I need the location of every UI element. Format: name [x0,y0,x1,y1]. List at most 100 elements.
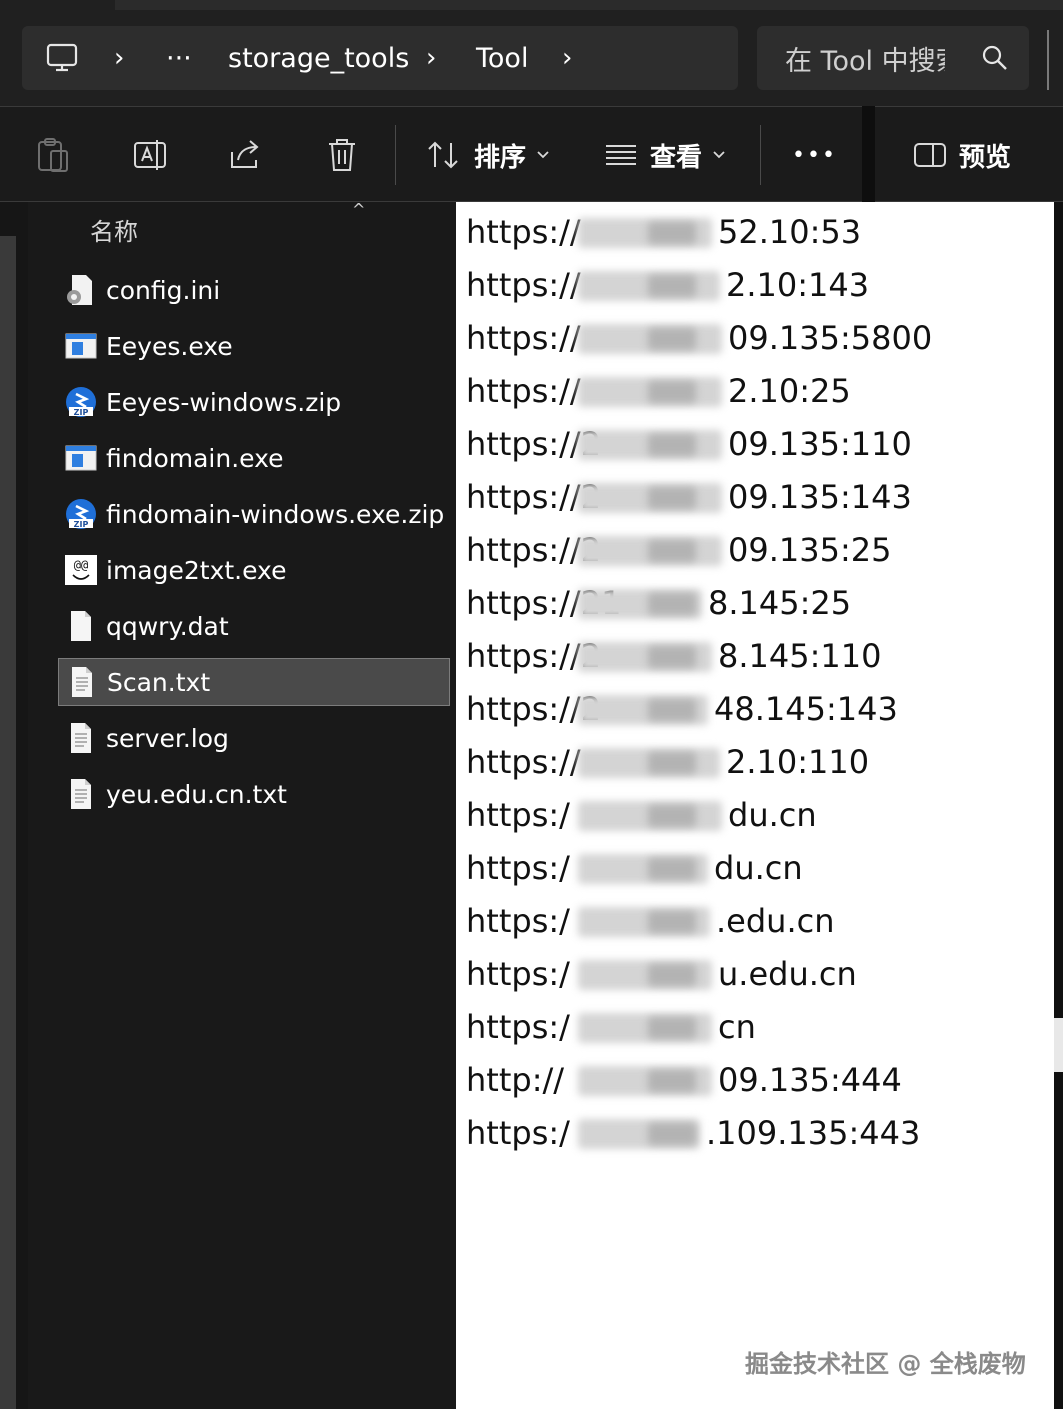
chevron-right-icon[interactable]: › [562,26,572,90]
share-icon [231,140,259,168]
preview-line-suffix: 8.145:25 [708,584,852,622]
view-list-icon [606,145,636,165]
preview-line-prefix: http:// [466,1061,565,1099]
chevron-right-icon[interactable]: › [426,26,436,90]
file-name: qqwry.dat [106,611,229,641]
file-item[interactable]: ZIP Eeyes-windows.zip [58,378,450,426]
file-name: Eeyes.exe [106,331,233,361]
more-options-icon: ••• [792,142,837,168]
preview-line-prefix: https:// [466,213,581,251]
preview-line-suffix: .109.135:443 [706,1114,921,1152]
file-item[interactable]: yeu.edu.cn.txt [58,770,450,818]
breadcrumb-overflow[interactable]: ··· [166,26,192,90]
clipboard-icon [38,138,68,172]
redacted-blur [648,699,696,721]
redacted-blur [648,593,696,615]
chevron-down-icon [713,151,725,159]
preview-line-prefix: https:/ [466,849,570,887]
file-name: image2txt.exe [106,555,287,585]
file-item[interactable]: ZIP findomain-windows.exe.zip [58,490,450,538]
view-label: 查看 [650,142,703,173]
svg-text:ZIP: ZIP [74,520,89,529]
preview-pane-icon [914,143,946,167]
file-item[interactable]: @@ image2txt.exe [58,546,450,594]
address-bar[interactable]: › ··· storage_tools › Tool › [22,26,738,90]
window-edge [1047,30,1063,90]
file-name: findomain-windows.exe.zip [106,499,445,529]
text-file-icon [64,777,98,811]
redacted-blur [648,540,696,562]
preview-line-prefix: https:/ [466,902,570,940]
preview-pane: https:// 52.10:53 https:// 2.10:143 https://… [456,202,1054,1409]
rename-icon [134,140,166,170]
svg-text:@@: @@ [74,558,88,572]
preview-pane-button[interactable]: 预览 [913,107,1011,203]
redacted-blur [648,805,696,827]
sort-button[interactable]: 排序 [426,107,550,203]
preview-scrollbar[interactable] [1054,202,1063,1409]
preview-line-prefix: https:// [466,372,581,410]
preview-line-prefix: https:// [466,743,581,781]
command-separator [760,125,761,185]
file-item[interactable]: findomain.exe [58,434,450,482]
watermark-text: 掘金技术社区 @ 全栈废物 [745,1350,1026,1378]
more-options-button[interactable]: ••• [792,107,837,203]
file-name: config.ini [106,275,221,305]
chevron-right-icon[interactable]: › [114,26,124,90]
navigation-scrollbar[interactable] [0,236,16,1409]
redacted-blur [648,1070,696,1092]
search-box[interactable]: 在 Tool 中搜索 [757,26,1029,90]
svg-text:ZIP: ZIP [74,408,89,417]
preview-line-prefix: https:// [466,319,581,357]
exe-file-icon [64,441,98,475]
view-button[interactable]: 查看 [604,107,726,203]
share-button[interactable] [228,107,264,203]
redacted-blur [648,1017,696,1039]
preview-line-suffix: .edu.cn [716,902,835,940]
redacted-blur [648,487,696,509]
preview-line-prefix: https:/ [466,955,570,993]
search-input[interactable]: 在 Tool 中搜索 [785,26,945,90]
redacted-blur [648,752,696,774]
file-item[interactable]: server.log [58,714,450,762]
preview-line-suffix: 09.135:444 [718,1061,902,1099]
file-item[interactable]: Scan.txt [58,658,450,706]
paste-button[interactable] [36,107,70,203]
file-name: Eeyes-windows.zip [106,387,342,417]
redacted-blur [648,434,696,456]
preview-line-suffix: 48.145:143 [714,690,898,728]
delete-button[interactable] [326,107,358,203]
command-separator [395,125,396,185]
preview-line-suffix: 8.145:110 [718,637,882,675]
sort-label: 排序 [474,142,527,173]
redacted-blur [648,222,696,244]
settings-file-icon [64,273,98,307]
rename-button[interactable] [132,107,168,203]
text-file-icon [65,665,99,699]
preview-line-suffix: 09.135:143 [728,478,912,516]
file-item[interactable]: qqwry.dat [58,602,450,650]
breadcrumb-storage-tools[interactable]: storage_tools [228,26,409,90]
scrollbar-highlight [1054,1018,1063,1072]
preview-line-suffix: 2.10:110 [726,743,870,781]
this-pc-icon[interactable] [46,26,78,90]
command-bar: 排序 查看 ••• [0,106,862,202]
file-item[interactable]: config.ini [58,266,450,314]
breadcrumb-tool[interactable]: Tool [476,26,528,90]
preview-line-suffix: u.edu.cn [718,955,857,993]
chevron-down-icon [537,151,549,159]
redacted-blur [648,911,696,933]
redacted-blur [648,1123,696,1145]
preview-line-suffix: du.cn [714,849,803,887]
file-item[interactable]: Eeyes.exe [58,322,450,370]
preview-toggle-bar: 预览 [875,106,1063,202]
redacted-blur [648,275,696,297]
preview-line-suffix: 09.135:25 [728,531,892,569]
exe-file-icon [64,329,98,363]
column-header-name[interactable]: 名称 [90,212,138,247]
search-icon[interactable] [981,44,1009,72]
redacted-blur [648,646,696,668]
preview-line-prefix: https:/ [466,1008,570,1046]
file-name: Scan.txt [107,667,211,697]
trash-icon [329,139,355,171]
